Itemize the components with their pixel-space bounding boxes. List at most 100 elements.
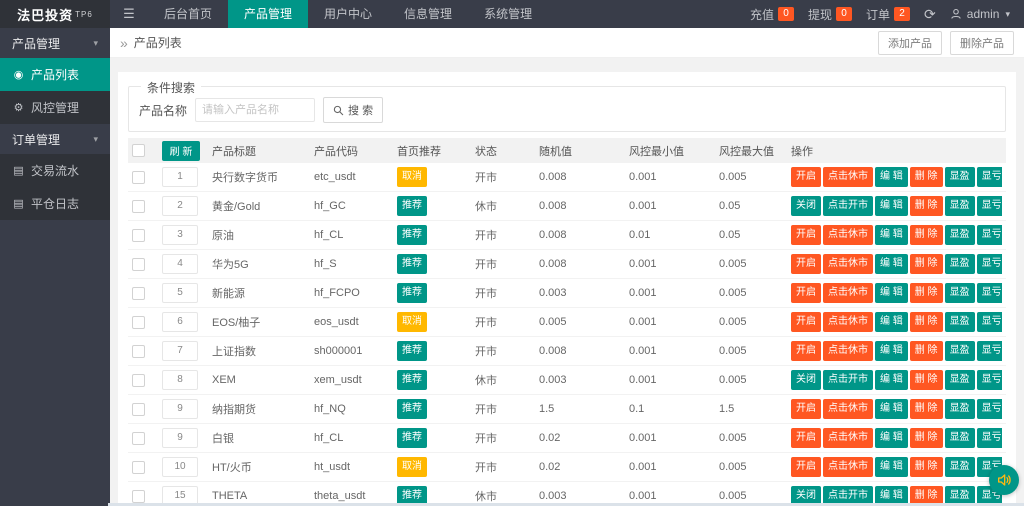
edit-button[interactable]: 编 辑 xyxy=(875,254,908,274)
market-toggle-button[interactable]: 点击休市 xyxy=(823,254,873,274)
delete-button[interactable]: 删 除 xyxy=(909,457,943,477)
recommend-badge[interactable]: 取消 xyxy=(397,457,427,477)
show-profit-button[interactable]: 显盈 xyxy=(944,457,975,477)
stat-item-0[interactable]: 充值 0 xyxy=(750,6,795,23)
sort-input[interactable]: 2 xyxy=(162,196,198,216)
top-menu-item-0[interactable]: 后台首页 xyxy=(148,0,228,28)
sort-input[interactable]: 4 xyxy=(162,254,198,274)
row-checkbox[interactable] xyxy=(132,489,145,503)
market-toggle-button[interactable]: 点击休市 xyxy=(823,428,873,448)
sidebar-item-1-0[interactable]: ▤ 交易流水 xyxy=(0,154,110,187)
edit-button[interactable]: 编 辑 xyxy=(875,312,908,332)
delete-button[interactable]: 删 除 xyxy=(909,225,943,245)
recommend-badge[interactable]: 推荐 xyxy=(397,283,427,303)
delete-button[interactable]: 删 除 xyxy=(909,196,943,216)
row-checkbox[interactable] xyxy=(132,344,145,358)
toggle-open-button[interactable]: 开启 xyxy=(791,167,821,187)
sidebar-item-0-1[interactable]: ⚙ 风控管理 xyxy=(0,91,110,124)
sort-input[interactable]: 5 xyxy=(162,283,198,303)
sidebar-item-1-1[interactable]: ▤ 平仓日志 xyxy=(0,187,110,220)
sort-input[interactable]: 8 xyxy=(162,370,198,390)
sidebar-group-1[interactable]: 订单管理 ▾ xyxy=(0,124,110,154)
show-loss-button[interactable]: 显亏 xyxy=(976,254,1002,274)
recommend-badge[interactable]: 推荐 xyxy=(397,399,427,419)
sort-input[interactable]: 6 xyxy=(162,312,198,332)
audio-notification-button[interactable] xyxy=(989,465,1019,495)
show-profit-button[interactable]: 显盈 xyxy=(944,428,975,448)
delete-button[interactable]: 删 除 xyxy=(909,370,943,390)
sort-input[interactable]: 7 xyxy=(162,341,198,361)
sort-input[interactable]: 9 xyxy=(162,399,198,419)
show-profit-button[interactable]: 显盈 xyxy=(944,399,975,419)
toggle-open-button[interactable]: 开启 xyxy=(791,399,821,419)
toggle-open-button[interactable]: 关闭 xyxy=(791,370,821,390)
top-menu-item-3[interactable]: 信息管理 xyxy=(388,0,468,28)
show-profit-button[interactable]: 显盈 xyxy=(944,312,975,332)
toggle-open-button[interactable]: 开启 xyxy=(791,225,821,245)
delete-button[interactable]: 删 除 xyxy=(909,254,943,274)
recommend-badge[interactable]: 推荐 xyxy=(397,428,427,448)
market-toggle-button[interactable]: 点击休市 xyxy=(823,341,873,361)
edit-button[interactable]: 编 辑 xyxy=(875,457,908,477)
edit-button[interactable]: 编 辑 xyxy=(875,399,908,419)
show-loss-button[interactable]: 显亏 xyxy=(976,312,1002,332)
delete-button[interactable]: 删 除 xyxy=(909,283,943,303)
sort-input[interactable]: 10 xyxy=(162,457,198,477)
toggle-open-button[interactable]: 开启 xyxy=(791,312,821,332)
recommend-badge[interactable]: 推荐 xyxy=(397,225,427,245)
toggle-open-button[interactable]: 开启 xyxy=(791,428,821,448)
market-toggle-button[interactable]: 点击休市 xyxy=(823,225,873,245)
delete-button[interactable]: 删 除 xyxy=(909,312,943,332)
top-menu-item-1[interactable]: 产品管理 xyxy=(228,0,309,28)
edit-button[interactable]: 编 辑 xyxy=(875,283,908,303)
show-loss-button[interactable]: 显亏 xyxy=(976,341,1002,361)
delete-button[interactable]: 删 除 xyxy=(909,341,943,361)
recommend-badge[interactable]: 推荐 xyxy=(397,370,427,390)
select-all-checkbox[interactable] xyxy=(132,144,145,157)
show-profit-button[interactable]: 显盈 xyxy=(944,225,975,245)
market-toggle-button[interactable]: 点击休市 xyxy=(823,399,873,419)
market-toggle-button[interactable]: 点击开市 xyxy=(823,196,873,216)
edit-button[interactable]: 编 辑 xyxy=(875,428,908,448)
row-checkbox[interactable] xyxy=(132,257,145,271)
recommend-badge[interactable]: 推荐 xyxy=(397,196,427,216)
row-checkbox[interactable] xyxy=(132,286,145,300)
delete-button[interactable]: 删 除 xyxy=(909,167,943,187)
edit-button[interactable]: 编 辑 xyxy=(875,225,908,245)
show-profit-button[interactable]: 显盈 xyxy=(944,196,975,216)
show-profit-button[interactable]: 显盈 xyxy=(944,283,975,303)
toggle-open-button[interactable]: 开启 xyxy=(791,283,821,303)
delete-product-button[interactable]: 删除产品 xyxy=(950,30,1014,55)
market-toggle-button[interactable]: 点击休市 xyxy=(823,167,873,187)
market-toggle-button[interactable]: 点击休市 xyxy=(823,283,873,303)
row-checkbox[interactable] xyxy=(132,373,145,387)
recommend-badge[interactable]: 取消 xyxy=(397,312,427,332)
top-menu-item-2[interactable]: 用户中心 xyxy=(308,0,388,28)
market-toggle-button[interactable]: 点击休市 xyxy=(823,457,873,477)
edit-button[interactable]: 编 辑 xyxy=(875,196,908,216)
sidebar-item-0-0[interactable]: ◉ 产品列表 xyxy=(0,58,110,91)
row-checkbox[interactable] xyxy=(132,228,145,242)
edit-button[interactable]: 编 辑 xyxy=(875,370,908,390)
row-checkbox[interactable] xyxy=(132,460,145,474)
row-checkbox[interactable] xyxy=(132,431,145,445)
show-profit-button[interactable]: 显盈 xyxy=(944,254,975,274)
add-product-button[interactable]: 添加产品 xyxy=(878,30,942,55)
delete-button[interactable]: 删 除 xyxy=(909,399,943,419)
show-profit-button[interactable]: 显盈 xyxy=(944,167,975,187)
toggle-open-button[interactable]: 开启 xyxy=(791,457,821,477)
recommend-badge[interactable]: 取消 xyxy=(397,167,427,187)
toggle-open-button[interactable]: 关闭 xyxy=(791,196,821,216)
sort-input[interactable]: 9 xyxy=(162,428,198,448)
show-loss-button[interactable]: 显亏 xyxy=(976,399,1002,419)
show-loss-button[interactable]: 显亏 xyxy=(976,196,1002,216)
edit-button[interactable]: 编 辑 xyxy=(875,167,908,187)
user-menu[interactable]: admin ▾ xyxy=(950,7,1010,21)
sort-input[interactable]: 3 xyxy=(162,225,198,245)
hamburger-icon[interactable]: ☰ xyxy=(110,0,148,28)
recommend-badge[interactable]: 推荐 xyxy=(397,341,427,361)
show-loss-button[interactable]: 显亏 xyxy=(976,225,1002,245)
row-checkbox[interactable] xyxy=(132,402,145,416)
market-toggle-button[interactable]: 点击开市 xyxy=(823,370,873,390)
sort-input[interactable]: 1 xyxy=(162,167,198,187)
